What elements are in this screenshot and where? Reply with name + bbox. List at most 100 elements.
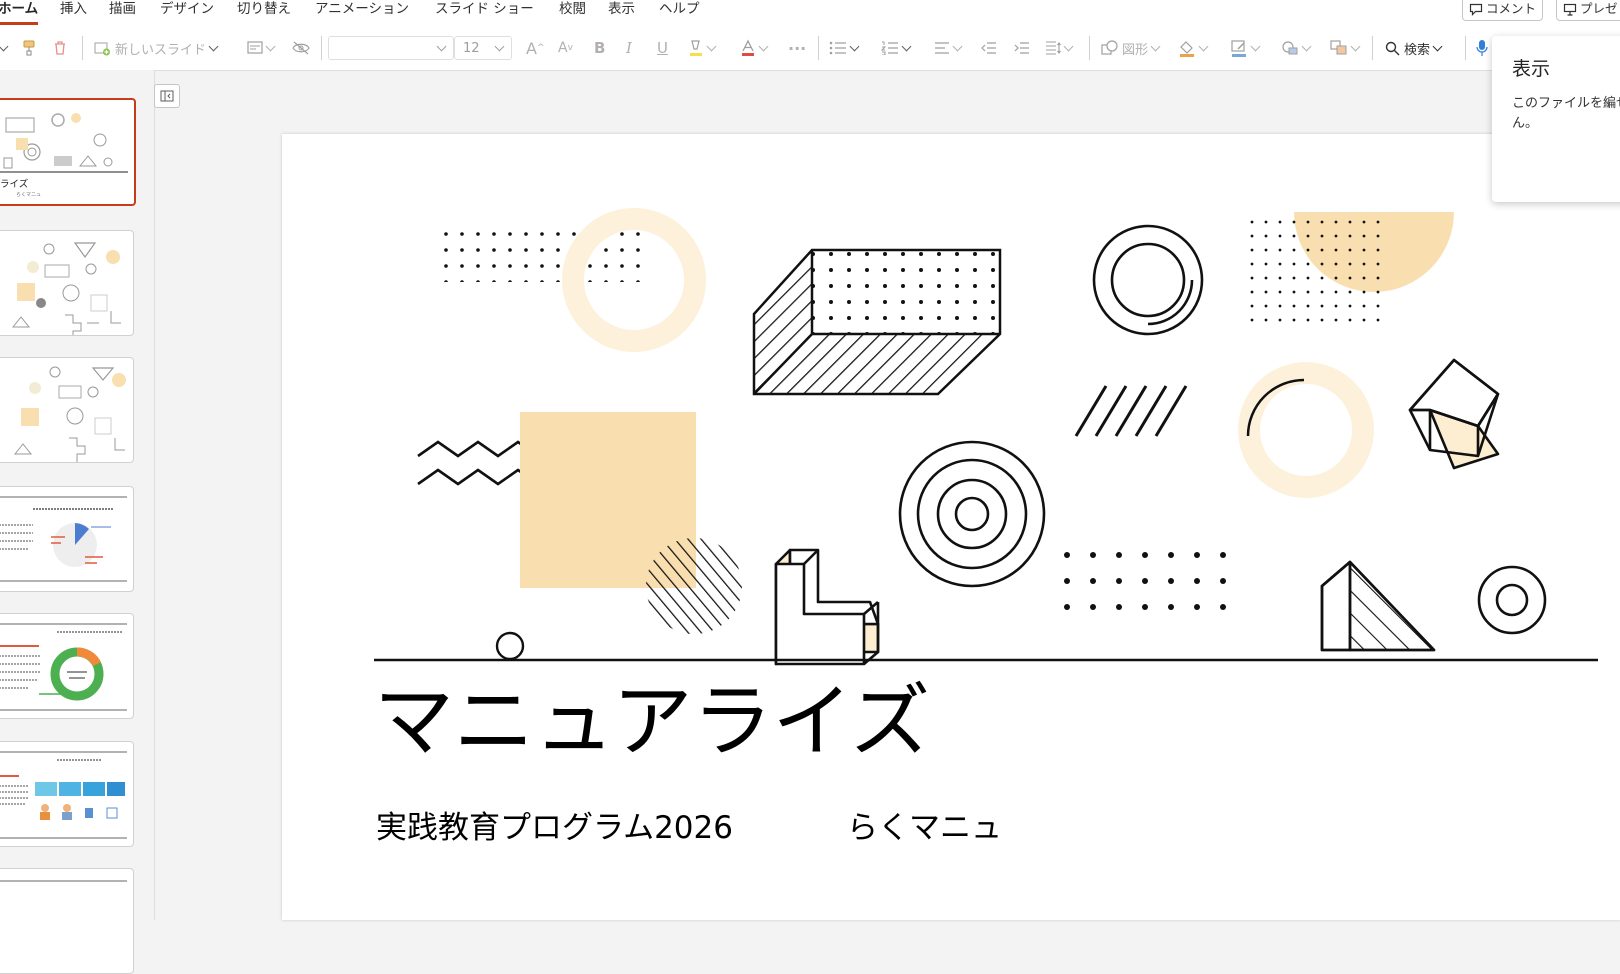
font-color-button[interactable]	[740, 36, 769, 60]
numbered-list-icon	[881, 41, 898, 55]
comment-button[interactable]: コメント	[1462, 0, 1544, 21]
comment-icon	[1469, 3, 1483, 16]
tab-view[interactable]: 表示	[608, 0, 635, 22]
slide-thumbnail-5[interactable]	[0, 613, 134, 719]
notice-title: 表示	[1512, 58, 1551, 80]
shrink-font-button[interactable]: Av	[558, 36, 573, 60]
grow-font-button[interactable]: A ^	[526, 36, 545, 60]
collapse-pane-icon	[160, 90, 174, 102]
decrease-indent-icon	[981, 42, 996, 54]
ribbon-divider	[321, 36, 322, 60]
shape-effects-button[interactable]	[1281, 36, 1312, 60]
new-slide-icon	[94, 41, 110, 55]
decrease-indent-button[interactable]	[981, 36, 997, 60]
format-painter-button[interactable]	[22, 36, 36, 60]
slide-canvas[interactable]: マニュアライズ 実践教育プログラム2026 らくマニュ	[282, 134, 1620, 920]
shape-outline-icon	[1231, 40, 1246, 57]
slide-thumbnail-2[interactable]	[0, 230, 134, 336]
increase-indent-button[interactable]	[1014, 36, 1030, 60]
thumbnail-2-graphics	[11, 242, 121, 335]
hide-slide-button[interactable]	[292, 36, 310, 60]
bold-button[interactable]: B	[594, 36, 605, 60]
thumbnail-4-graphics	[0, 496, 127, 582]
shape-fill-button[interactable]	[1178, 36, 1209, 60]
bullets-button[interactable]	[829, 36, 860, 60]
paste-dropdown-chevron[interactable]	[0, 36, 9, 60]
chevron-down-icon	[901, 41, 912, 52]
comment-label: コメント	[1486, 1, 1537, 16]
search-button[interactable]: 検索	[1385, 36, 1443, 60]
font-family-select[interactable]	[328, 36, 454, 60]
concentric-circles	[898, 440, 1046, 588]
trash-icon	[55, 41, 65, 55]
chevron-down-icon	[1198, 41, 1209, 52]
tab-help[interactable]: ヘルプ	[659, 0, 700, 22]
layout-icon	[247, 41, 263, 54]
hatched-circle	[646, 538, 742, 634]
ribbon-divider	[1465, 36, 1466, 60]
shape-outline-button[interactable]	[1230, 36, 1261, 60]
dot-grid-pattern	[1064, 548, 1244, 630]
present-button[interactable]: プレゼ	[1556, 0, 1620, 21]
collapse-pane-button[interactable]	[154, 84, 180, 108]
font-size-value: 12	[463, 41, 480, 56]
numbering-button[interactable]	[881, 36, 912, 60]
diagonal-slashes	[1074, 385, 1188, 437]
thumbnail-3-graphics	[13, 366, 126, 462]
slide-thumbnail-7[interactable]	[0, 868, 134, 974]
bullet-list-icon	[829, 41, 846, 55]
slide-title[interactable]: マニュアライズ	[374, 682, 930, 762]
arrange-button[interactable]	[1330, 36, 1361, 60]
highlight-color-button[interactable]	[688, 36, 717, 60]
slide-subtitle-company[interactable]: らくマニュ	[847, 802, 1002, 847]
chevron-down-icon	[265, 41, 276, 52]
tab-animations[interactable]: アニメーション	[315, 0, 409, 22]
format-painter-icon	[23, 40, 35, 56]
line-spacing-button[interactable]	[1045, 36, 1074, 60]
striped-triangle	[1320, 560, 1436, 652]
dot-grid-pattern	[1248, 214, 1388, 326]
italic-button[interactable]: I	[626, 36, 632, 60]
new-slide-button[interactable]: 新しいスライド	[94, 36, 219, 60]
tab-slideshow[interactable]: スライド ショー	[435, 0, 534, 22]
tab-design[interactable]: デザイン	[160, 0, 214, 22]
slide-subtitle-program[interactable]: 実践教育プログラム2026	[376, 802, 733, 847]
present-icon	[1563, 3, 1577, 16]
thumbnail-5-graphics	[0, 623, 127, 711]
shapes-button[interactable]: 図形	[1101, 36, 1161, 60]
microphone-icon	[1476, 40, 1488, 56]
small-circle	[495, 631, 525, 661]
notice-body: このファイルを編せん。	[1512, 96, 1620, 131]
thumbnail-7-graphics	[0, 880, 127, 882]
slide-thumbnail-6[interactable]	[0, 741, 134, 847]
dictate-button[interactable]	[1476, 36, 1488, 60]
font-size-select[interactable]: 12	[454, 36, 512, 60]
peach-ring	[1238, 362, 1374, 498]
tab-review[interactable]: 校閲	[559, 0, 586, 22]
shapes-icon	[1101, 40, 1118, 55]
new-slide-label: 新しいスライド	[115, 42, 207, 58]
present-label: プレゼ	[1580, 1, 1618, 16]
view-mode-notice-panel: 表示 このファイルを編せん。	[1492, 36, 1620, 202]
hide-slide-icon	[292, 41, 310, 55]
slide-thumbnail-4[interactable]	[0, 486, 134, 592]
more-font-options-button[interactable]: ···	[788, 36, 806, 60]
ribbon-toolbar: 新しいスライド 12 A ^ Av B I U ··· 図形 検索	[0, 26, 1620, 71]
chevron-down-icon	[1250, 41, 1261, 52]
thumbnail-6-graphics	[0, 751, 127, 839]
chevron-down-icon	[706, 41, 717, 52]
underline-button[interactable]: U	[657, 36, 668, 60]
align-button[interactable]	[934, 36, 963, 60]
tab-transitions[interactable]: 切り替え	[237, 0, 291, 22]
tab-draw[interactable]: 描画	[109, 0, 136, 22]
slide-thumbnail-1[interactable]: ライズ らくマニュ	[0, 98, 136, 206]
slide-thumbnail-3[interactable]	[0, 357, 134, 463]
chevron-down-icon	[1432, 41, 1443, 52]
thumbnail-1-title: ライズ	[0, 179, 29, 190]
tab-insert[interactable]: 挿入	[60, 0, 87, 22]
chevron-down-icon	[0, 41, 9, 52]
chevron-down-icon	[1063, 41, 1074, 52]
delete-slide-button[interactable]	[52, 36, 68, 60]
tab-home[interactable]: ホーム	[0, 0, 39, 25]
layout-dropdown[interactable]	[247, 36, 276, 60]
